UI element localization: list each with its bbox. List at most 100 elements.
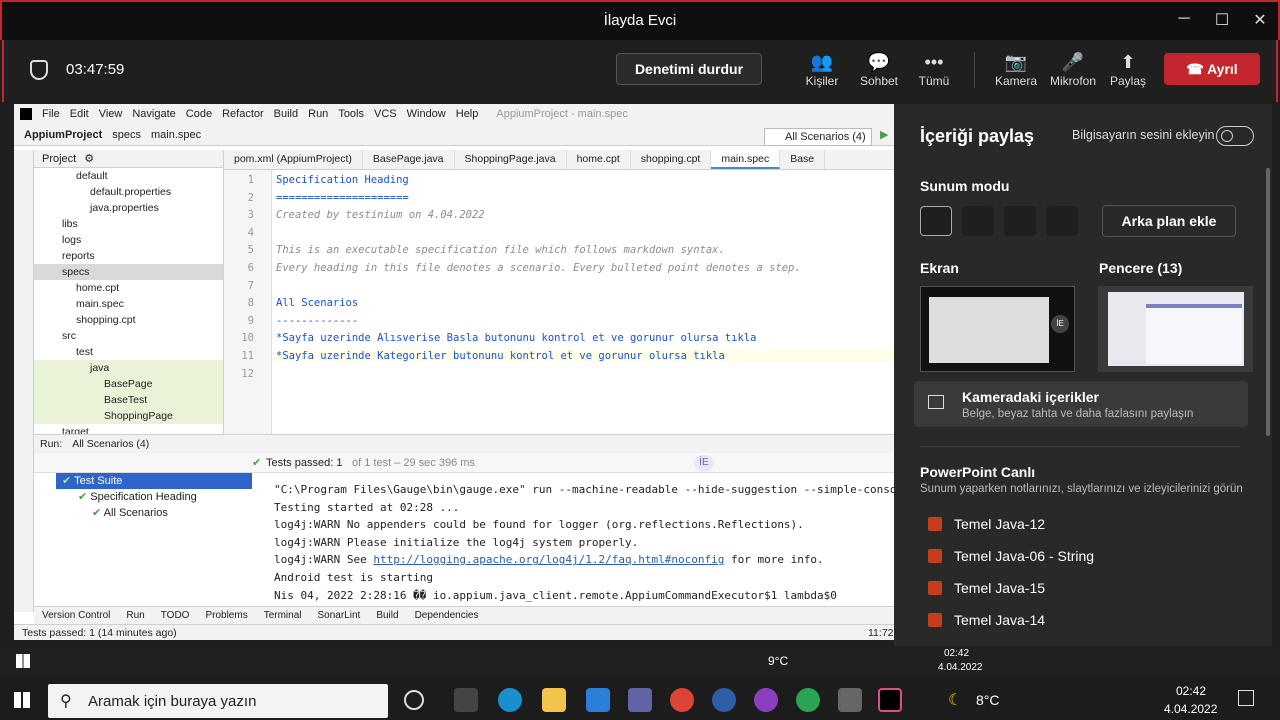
bottom-tab[interactable]: Dependencies [415, 610, 479, 621]
menu-view[interactable]: View [99, 108, 123, 120]
bottom-tab[interactable]: TODO [161, 610, 190, 621]
task-view-icon[interactable] [454, 688, 478, 712]
taskbar-search[interactable]: ⚲ Aramak için buraya yazın [48, 684, 388, 718]
editor-tab[interactable]: Base [780, 150, 826, 169]
mode-content-only[interactable] [920, 206, 952, 236]
menu-file[interactable]: File [42, 108, 60, 120]
tree-item[interactable]: java [34, 360, 223, 376]
breadcrumb-folder[interactable]: specs [112, 129, 141, 141]
editor-tab[interactable]: BasePage.java [363, 150, 455, 169]
bottom-tab[interactable]: Terminal [264, 610, 302, 621]
tree-item[interactable]: default.properties [34, 184, 223, 200]
mode-standout[interactable] [962, 206, 994, 236]
project-label[interactable]: Project [42, 153, 76, 165]
mode-side-by-side[interactable] [1004, 206, 1036, 236]
add-background-button[interactable]: Arka plan ekle [1102, 205, 1236, 237]
menu-vcs[interactable]: VCS [374, 108, 397, 120]
edge-icon[interactable] [498, 688, 522, 712]
notifications-icon[interactable] [1238, 690, 1254, 706]
ppt-file[interactable]: Temel Java-06 - String [928, 548, 1094, 564]
chrome-icon[interactable] [670, 688, 694, 712]
close-button[interactable]: ✕ [1248, 10, 1272, 30]
intellij-taskbar-icon[interactable] [878, 688, 902, 712]
run-icon[interactable]: ▶ [880, 128, 888, 141]
code-line[interactable]: *Sayfa uzerinde Kategoriler butonunu kon… [276, 350, 894, 362]
minimize-button[interactable]: ─ [1172, 10, 1196, 30]
more-button[interactable]: ••• Tümü [916, 50, 952, 88]
console-output[interactable]: "C:\Program Files\Gauge\bin\gauge.exe" r… [274, 483, 894, 607]
tree-item[interactable]: ShoppingPage [34, 408, 223, 424]
menu-tools[interactable]: Tools [338, 108, 364, 120]
tree-item[interactable]: BaseTest [34, 392, 223, 408]
teams-icon[interactable] [628, 688, 652, 712]
ppt-file[interactable]: Temel Java-12 [928, 516, 1045, 532]
bottom-tab[interactable]: SonarLint [318, 610, 361, 621]
mic-button[interactable]: 🎤 Mikrofon [1048, 50, 1098, 88]
code-line[interactable]: This is an executable specification file… [276, 244, 725, 256]
code-line[interactable]: Every heading in this file denotes a sce… [276, 262, 801, 274]
menu-run[interactable]: Run [308, 108, 328, 120]
bottom-tab[interactable]: Version Control [42, 610, 110, 621]
menu-refactor[interactable]: Refactor [222, 108, 264, 120]
tree-item[interactable]: shopping.cpt [34, 312, 223, 328]
tree-item[interactable]: libs [34, 216, 223, 232]
code-line[interactable]: ===================== [276, 192, 409, 204]
code-line[interactable]: *Sayfa uzerinde Alısverise Basla butonun… [276, 332, 756, 344]
menu-window[interactable]: Window [407, 108, 446, 120]
cortana-icon[interactable] [404, 690, 424, 710]
code-area[interactable]: 1 Specification Heading 2 =================… [224, 170, 894, 434]
people-button[interactable]: 👥 Kişiler [804, 50, 840, 88]
menu-navigate[interactable]: Navigate [132, 108, 175, 120]
menu-code[interactable]: Code [186, 108, 212, 120]
tree-item[interactable]: logs [34, 232, 223, 248]
mode-reporter[interactable] [1046, 206, 1078, 236]
leave-button[interactable]: ☎ Ayrıl [1164, 53, 1260, 85]
breadcrumb-project[interactable]: AppiumProject [24, 129, 102, 141]
stop-recording-button[interactable]: Denetimi durdur [616, 53, 762, 85]
code-line[interactable]: All Scenarios [276, 297, 358, 309]
camera-button[interactable]: 📷 Kamera [994, 50, 1038, 88]
ppt-file[interactable]: Temel Java-14 [928, 612, 1045, 628]
code-line[interactable]: Specification Heading [276, 174, 409, 186]
tree-item[interactable]: specs [34, 264, 223, 280]
tree-item[interactable]: src [34, 328, 223, 344]
mail-icon[interactable] [586, 688, 610, 712]
editor[interactable]: pom.xml (AppiumProject) BasePage.java Shop… [224, 150, 894, 434]
maximize-button[interactable]: ☐ [1210, 10, 1234, 30]
editor-tab[interactable]: home.cpt [567, 150, 631, 169]
sound-toggle[interactable] [1216, 126, 1254, 146]
test-suite-item[interactable]: ✔ Test Suite [56, 473, 252, 489]
code-line[interactable]: Created by testinium on 4.04.2022 [276, 209, 485, 221]
app3-icon[interactable] [796, 688, 820, 712]
ppt-file[interactable]: Temel Java-15 [928, 580, 1045, 596]
file-explorer-icon[interactable] [542, 688, 566, 712]
app2-icon[interactable] [754, 688, 778, 712]
window-thumbnail[interactable] [1098, 286, 1253, 372]
tree-item[interactable]: default [34, 168, 223, 184]
app4-icon[interactable] [838, 688, 862, 712]
menu-help[interactable]: Help [456, 108, 479, 120]
editor-tab[interactable]: ShoppingPage.java [455, 150, 567, 169]
run-tab[interactable]: All Scenarios (4) [72, 438, 149, 450]
app-icon[interactable] [712, 688, 736, 712]
menu-edit[interactable]: Edit [70, 108, 89, 120]
editor-tab[interactable]: pom.xml (AppiumProject) [224, 150, 363, 169]
test-scenario-item[interactable]: ✔ All Scenarios [56, 505, 252, 521]
bottom-tab[interactable]: Build [376, 610, 398, 621]
screen-thumbnail[interactable]: İE [920, 286, 1075, 372]
tree-item[interactable]: reports [34, 248, 223, 264]
bottom-tab[interactable]: Run [126, 610, 144, 621]
tree-item[interactable]: home.cpt [34, 280, 223, 296]
code-line[interactable]: ------------- [276, 315, 358, 327]
tree-item[interactable]: java.properties [34, 200, 223, 216]
menu-build[interactable]: Build [274, 108, 298, 120]
bottom-tab[interactable]: Problems [205, 610, 247, 621]
editor-tab[interactable]: shopping.cpt [631, 150, 712, 169]
test-spec-item[interactable]: ✔ Specification Heading [56, 489, 252, 505]
settings-icon[interactable]: ⚙ [84, 152, 94, 165]
chat-button[interactable]: 💬 Sohbet [856, 50, 902, 88]
tree-item[interactable]: test [34, 344, 223, 360]
editor-tab[interactable]: main.spec [711, 150, 781, 169]
tree-item[interactable]: BasePage [34, 376, 223, 392]
windows-start-icon[interactable] [14, 692, 30, 708]
